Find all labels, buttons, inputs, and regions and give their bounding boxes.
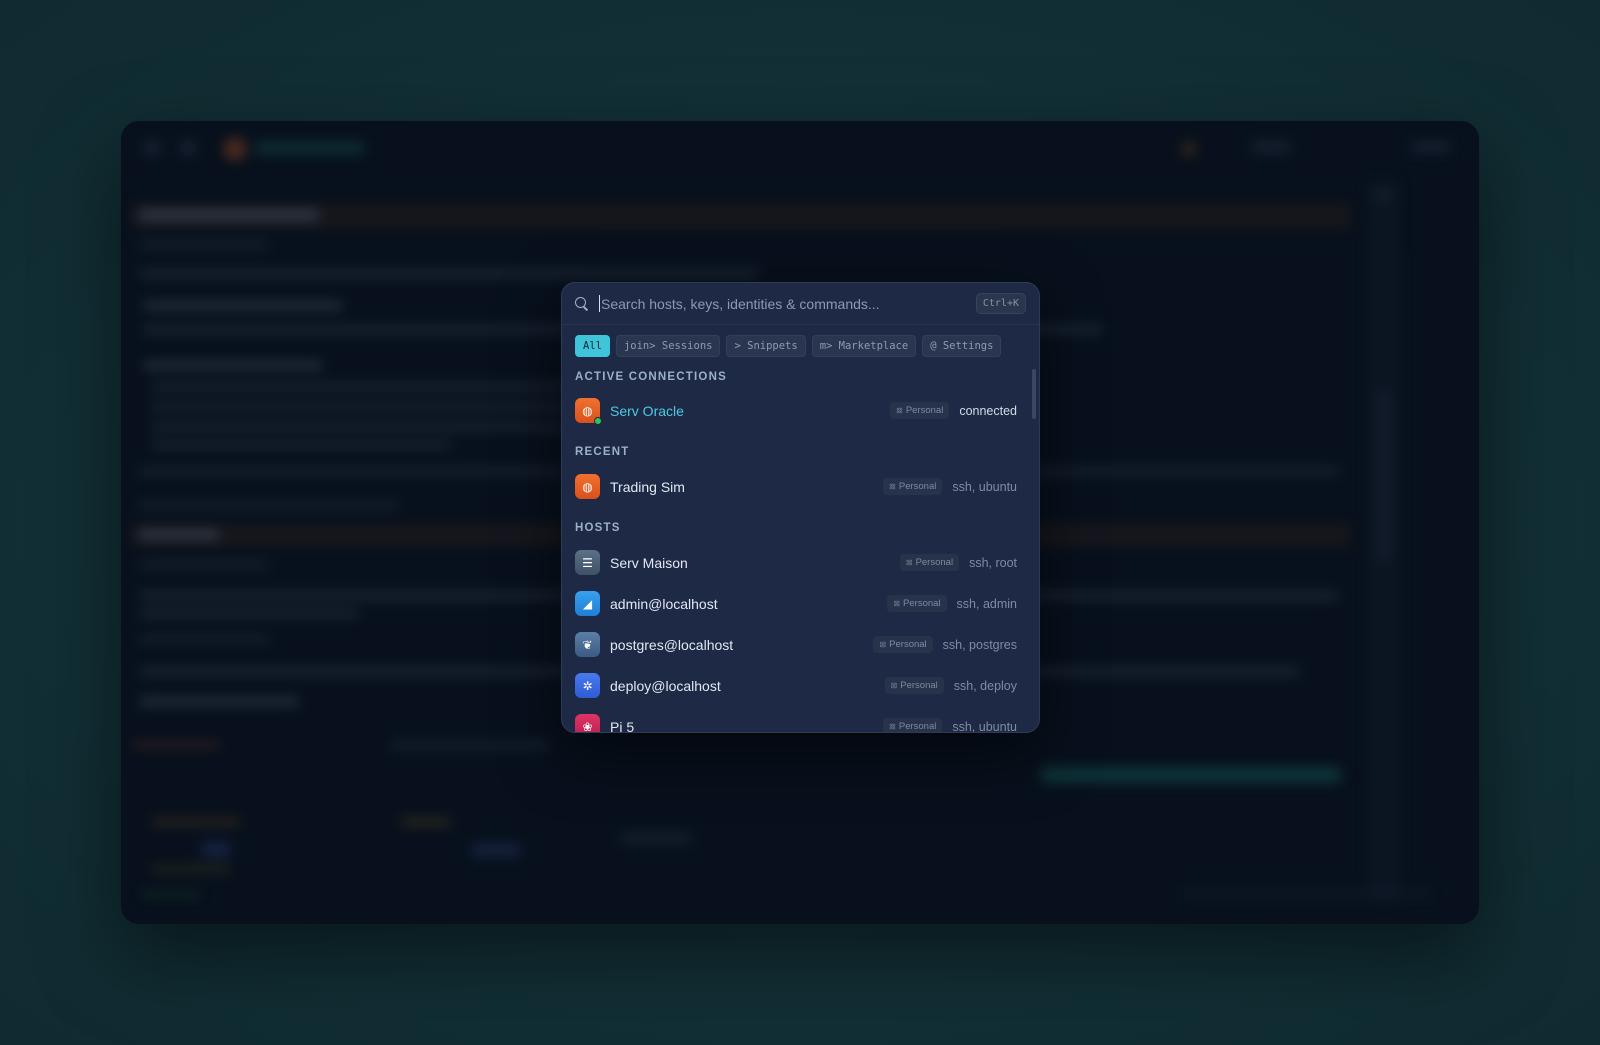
search-bar: Ctrl+K [562, 283, 1039, 325]
kubernetes-icon: ✲ [575, 673, 600, 698]
list-item[interactable]: ❦ postgres@localhost ⊠ Personal ssh, post… [562, 624, 1039, 665]
raspberry-pi-icon: ❀ [575, 714, 600, 732]
vault-tag: ⊠ Personal [883, 478, 943, 495]
vault-icon: ⊠ [889, 482, 896, 491]
results-list: ACTIVE CONNECTIONS ◍ Serv Oracle ⊠ Person… [562, 361, 1039, 732]
online-status-indicator [594, 417, 602, 425]
server-icon: ☰ [575, 550, 600, 575]
command-palette: Ctrl+K All join> Sessions > Snippets m> … [561, 282, 1040, 733]
list-item[interactable]: ◍ Trading Sim ⊠ Personal ssh, ubuntu [562, 466, 1039, 507]
filter-marketplace[interactable]: m> Marketplace [811, 335, 917, 357]
list-item[interactable]: ✲ deploy@localhost ⊠ Personal ssh, deploy [562, 665, 1039, 706]
postgres-icon: ❦ [575, 632, 600, 657]
filter-sessions[interactable]: join> Sessions [615, 335, 721, 357]
search-icon [575, 296, 589, 311]
vault-tag: ⊠ Personal [883, 718, 943, 732]
host-name: Serv Maison [610, 554, 688, 571]
vault-icon: ⊠ [905, 558, 913, 567]
host-name: Serv Oracle [610, 402, 684, 419]
vault-icon: ⊠ [890, 681, 898, 690]
list-item[interactable]: ☰ Serv Maison ⊠ Personal ssh, root [562, 542, 1039, 583]
filter-all[interactable]: All [575, 335, 610, 357]
shortcut-hint: Ctrl+K [975, 293, 1026, 314]
scrollbar[interactable] [1032, 369, 1036, 419]
section-title-hosts: HOSTS [575, 522, 621, 534]
vault-icon: ⊠ [889, 722, 896, 731]
vault-tag: ⊠ Personal [899, 554, 960, 571]
host-name: admin@localhost [610, 595, 718, 612]
filter-snippets[interactable]: > Snippets [726, 335, 806, 357]
host-name: deploy@localhost [610, 677, 721, 694]
vault-icon: ⊠ [896, 406, 903, 415]
section-title-active: ACTIVE CONNECTIONS [575, 371, 727, 383]
list-item[interactable]: ❀ Pi 5 ⊠ Personal ssh, ubuntu [562, 706, 1039, 733]
filter-tabs: All join> Sessions > Snippets m> Marketp… [562, 325, 1039, 363]
vault-tag: ⊠ Personal [887, 595, 947, 612]
list-item[interactable]: ◢ admin@localhost ⊠ Personal ssh, admin [562, 583, 1039, 624]
search-input[interactable] [599, 295, 976, 312]
vault-tag: ⊠ Personal [884, 677, 944, 694]
connection-status: connected [959, 403, 1017, 418]
ubuntu-icon: ◍ [575, 398, 602, 425]
host-meta: ssh, admin [956, 596, 1017, 611]
host-meta: ssh, deploy [953, 678, 1017, 693]
host-meta: ssh, postgres [942, 637, 1017, 652]
ubuntu-icon: ◍ [575, 474, 600, 499]
docker-icon: ◢ [575, 591, 600, 616]
vault-icon: ⊠ [893, 599, 901, 608]
section-title-recent: RECENT [575, 446, 630, 458]
host-meta: ssh, ubuntu [952, 719, 1017, 733]
host-meta: ssh, root [969, 555, 1017, 570]
host-name: Pi 5 [610, 718, 635, 733]
vault-tag: ⊠ Personal [890, 402, 950, 419]
list-item[interactable]: ◍ Serv Oracle ⊠ Personal connected [562, 390, 1039, 431]
host-name: Trading Sim [610, 478, 685, 495]
host-meta: ssh, ubuntu [952, 479, 1017, 494]
vault-tag: ⊠ Personal [873, 636, 933, 653]
host-name: postgres@localhost [610, 636, 734, 653]
vault-icon: ⊠ [879, 640, 887, 649]
filter-settings[interactable]: @ Settings [922, 335, 1002, 357]
